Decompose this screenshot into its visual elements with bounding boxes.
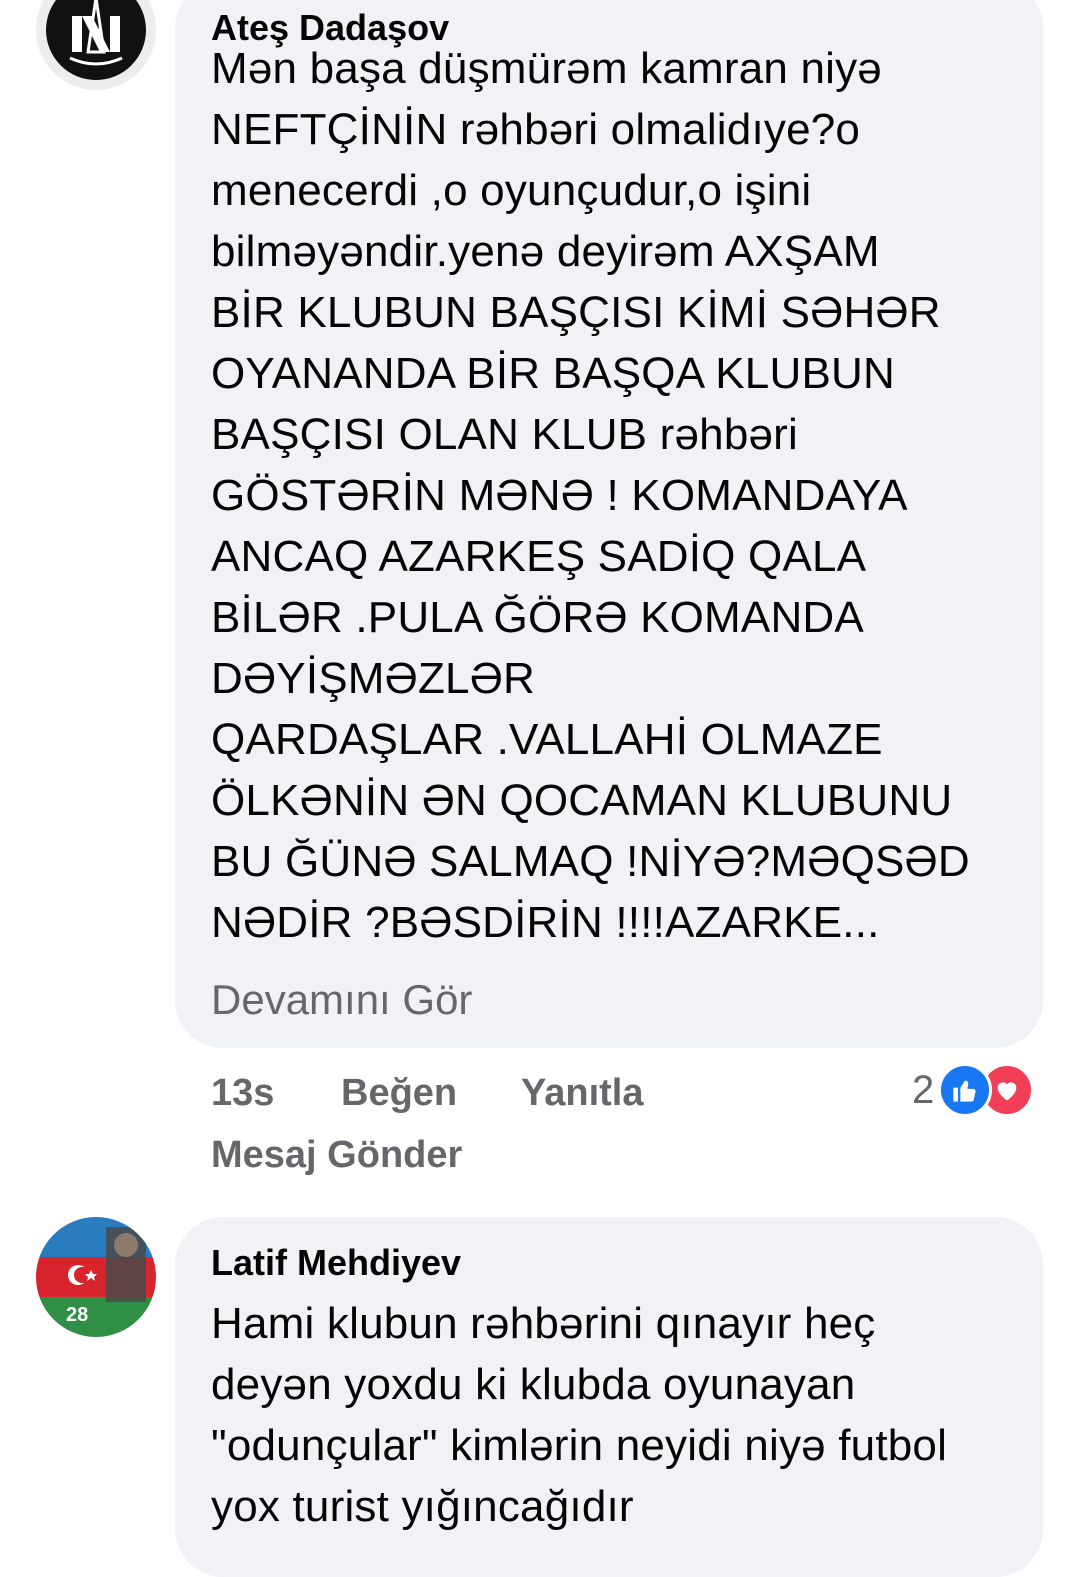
reaction-summary[interactable]: 2	[912, 1063, 1035, 1117]
like-button[interactable]: Beğen	[341, 1072, 457, 1115]
reaction-count: 2	[912, 1067, 935, 1112]
comment-text: Mən başa düşmürəm kamran niyə NEFTÇİNİN …	[211, 44, 970, 947]
see-more-link[interactable]: Devamını Gör	[211, 975, 472, 1025]
send-message-button[interactable]: Mesaj Gönder	[211, 1134, 462, 1177]
reply-button[interactable]: Yanıtla	[521, 1072, 644, 1115]
avatar[interactable]: 28	[36, 1217, 156, 1337]
svg-text:28: 28	[66, 1304, 88, 1326]
like-icon	[938, 1063, 993, 1117]
comment-bubble: Ateş Dadaşov Mən başa düşmürəm kamran ni…	[175, 0, 1043, 1048]
neftchi-logo-icon	[36, 0, 156, 90]
comment-bubble: Latif Mehdiyev Hami klubun rəhbərini qın…	[175, 1217, 1043, 1577]
comment-author[interactable]: Latif Mehdiyev	[211, 1245, 461, 1281]
avatar[interactable]	[36, 0, 156, 90]
flag-profile-photo-icon: 28	[36, 1217, 156, 1337]
comment-text: Hami klubun rəhbərini qınayır heç deyən …	[211, 1299, 948, 1531]
timestamp[interactable]: 13s	[211, 1072, 274, 1115]
